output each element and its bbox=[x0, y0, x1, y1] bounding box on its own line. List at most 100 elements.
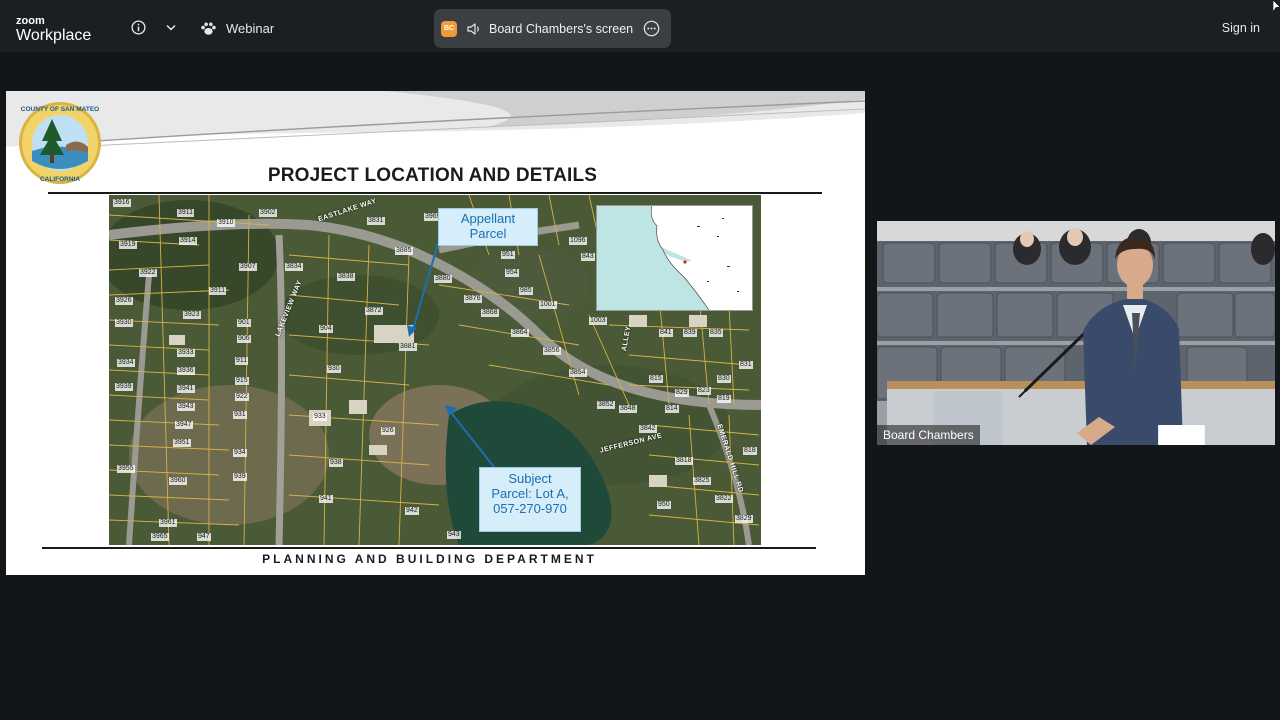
parcel-number: 3911 bbox=[209, 287, 227, 295]
parcel-number: 835 bbox=[709, 329, 723, 337]
parcel-number: 3856 bbox=[543, 347, 561, 355]
svg-text:COUNTY OF SAN MATEO: COUNTY OF SAN MATEO bbox=[21, 106, 99, 113]
parcel-number: 947 bbox=[197, 533, 211, 541]
parcel-number: 843 bbox=[581, 253, 595, 261]
parcel-number: 3829 bbox=[735, 515, 753, 523]
parcel-number: 3960 bbox=[169, 477, 187, 485]
parcel-number: 3914 bbox=[179, 237, 197, 245]
footer-divider bbox=[42, 547, 816, 549]
parcel-number: 906 bbox=[237, 335, 251, 343]
parcel-number: 3961 bbox=[159, 519, 177, 527]
callout-line: Subject bbox=[508, 471, 552, 486]
parcel-number: 901 bbox=[237, 319, 251, 327]
parcel-number: 3838 bbox=[337, 273, 355, 281]
parcel-number: 3919 bbox=[119, 241, 137, 249]
parcel-number: 815 bbox=[649, 375, 663, 383]
info-icon[interactable] bbox=[131, 20, 146, 35]
callout-line: Parcel: Lot A, bbox=[491, 486, 569, 501]
parcel-number: 3936 bbox=[177, 367, 195, 375]
parcel-number: 3818 bbox=[675, 457, 693, 465]
shared-slide: COUNTY OF SAN MATEO CALIFORNIA PROJECT L… bbox=[6, 91, 865, 575]
title-divider bbox=[48, 192, 822, 194]
parcel-number: 839 bbox=[683, 329, 697, 337]
speaker-video-tile[interactable]: Board Chambers bbox=[877, 221, 1275, 445]
parcel-number: 1003 bbox=[589, 317, 607, 325]
parcel-number: 830 bbox=[717, 375, 731, 383]
top-bar: zoom Workplace Webinar BC Board Chambers… bbox=[0, 0, 1280, 52]
locator-inset-map bbox=[596, 205, 753, 311]
callout-line: Parcel bbox=[469, 226, 507, 241]
chevron-down-icon[interactable] bbox=[165, 23, 177, 32]
parcel-number: 3872 bbox=[365, 307, 383, 315]
parcel-number: 1001 bbox=[539, 301, 557, 309]
parcel-number: 3907 bbox=[239, 263, 257, 271]
parcel-number: 3933 bbox=[177, 349, 195, 357]
parcel-number: 915 bbox=[235, 377, 249, 385]
callout-line: 057-270-970 bbox=[493, 501, 567, 516]
parcel-number: 3852 bbox=[597, 401, 615, 409]
brand-bottom-text: Workplace bbox=[16, 27, 92, 44]
webinar-paw-icon bbox=[201, 22, 216, 35]
parcel-number: 3854 bbox=[569, 369, 587, 377]
parcel-number: 933 bbox=[313, 413, 327, 421]
more-options-icon[interactable] bbox=[643, 20, 660, 37]
parcel-number: 3923 bbox=[183, 311, 201, 319]
parcel-number: 823 bbox=[697, 387, 711, 395]
webinar-label: Webinar bbox=[226, 20, 275, 36]
parcel-number: 831 bbox=[739, 361, 753, 369]
sign-in-link[interactable]: Sign in bbox=[1222, 21, 1260, 35]
parcel-number: 950 bbox=[657, 501, 671, 509]
parcel-number: 841 bbox=[659, 329, 673, 337]
parcel-number: 3885 bbox=[395, 247, 413, 255]
parcel-number: 3831 bbox=[367, 217, 385, 225]
parcel-number: 3955 bbox=[117, 465, 135, 473]
parcel-number: 941 bbox=[319, 495, 333, 503]
parcel-number: 922 bbox=[235, 393, 249, 401]
speaker-icon bbox=[467, 22, 479, 35]
parcel-number: 3926 bbox=[115, 297, 133, 305]
zoom-workplace-logo: zoom Workplace bbox=[16, 16, 91, 44]
parcel-number: 931 bbox=[233, 411, 247, 419]
parcel-number: 3941 bbox=[177, 385, 195, 393]
parcel-number: 3916 bbox=[113, 199, 131, 207]
slide-header-swoosh bbox=[6, 91, 865, 148]
signal-bars-icon bbox=[1158, 425, 1205, 445]
appellant-parcel-callout: Appellant Parcel bbox=[438, 208, 538, 246]
parcel-number: 938 bbox=[329, 459, 343, 467]
parcel-number: 911 bbox=[235, 357, 249, 365]
parcel-number: 930 bbox=[327, 365, 341, 373]
parcel-number: 3880 bbox=[434, 275, 452, 283]
parcel-number: 939 bbox=[233, 473, 247, 481]
parcel-number: 3922 bbox=[139, 269, 157, 277]
participant-name-bar: Board Chambers bbox=[877, 425, 1205, 445]
parcel-number: 3911 bbox=[177, 209, 195, 217]
parcel-number: 3822 bbox=[715, 495, 733, 503]
parcel-number: 3934 bbox=[117, 359, 135, 367]
parcel-number: 819 bbox=[717, 395, 731, 403]
mouse-cursor-icon bbox=[1273, 0, 1280, 13]
parcel-number: 814 bbox=[665, 405, 679, 413]
parcel-number: 951 bbox=[501, 251, 515, 259]
parcel-number: 3943 bbox=[177, 403, 195, 411]
parcel-number: 3930 bbox=[115, 319, 133, 327]
slide-title: PROJECT LOCATION AND DETAILS bbox=[267, 165, 598, 186]
screen-share-indicator[interactable]: BC Board Chambers's screen bbox=[434, 9, 671, 48]
parcel-number: 3951 bbox=[173, 439, 191, 447]
speaker-video-frame bbox=[877, 221, 1275, 445]
parcel-number: 3881 bbox=[399, 343, 417, 351]
brand-top-text: zoom bbox=[16, 15, 45, 27]
parcel-number: 3842 bbox=[639, 425, 657, 433]
webinar-menu[interactable]: Webinar bbox=[200, 18, 274, 38]
slide-footer: PLANNING AND BUILDING DEPARTMENT bbox=[262, 552, 597, 566]
parcel-number: 3834 bbox=[285, 263, 303, 271]
parcel-number: 3868 bbox=[481, 309, 499, 317]
share-badge: BC bbox=[441, 20, 457, 37]
share-label: Board Chambers's screen bbox=[489, 21, 634, 36]
parcel-number: 3876 bbox=[464, 295, 482, 303]
parcel-number: 818 bbox=[743, 447, 757, 455]
parcel-number: 829 bbox=[675, 389, 689, 397]
callout-line: Appellant bbox=[460, 211, 516, 226]
parcel-number: 985 bbox=[519, 287, 533, 295]
subject-parcel-callout: Subject Parcel: Lot A, 057-270-970 bbox=[479, 467, 581, 532]
parcel-number: 954 bbox=[505, 269, 519, 277]
